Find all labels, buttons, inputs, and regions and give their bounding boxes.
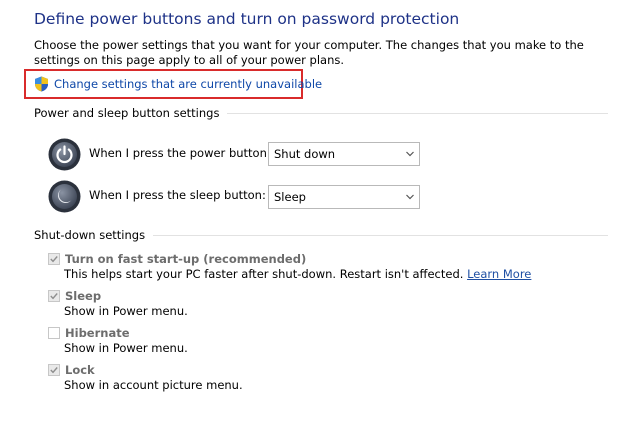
hibernate-checkbox[interactable]	[48, 327, 60, 339]
checkmark-icon	[50, 367, 58, 374]
section-divider	[227, 112, 608, 114]
sleep-button-label: When I press the sleep button:	[89, 188, 266, 202]
power-button-row: When I press the power button:	[48, 137, 271, 171]
change-settings-link[interactable]: Change settings that are currently unava…	[34, 75, 322, 93]
checkmark-icon	[50, 293, 58, 300]
page-title: Define power buttons and turn on passwor…	[34, 10, 460, 28]
lock-checkbox[interactable]	[48, 364, 60, 376]
section-heading: Power and sleep button settings	[34, 106, 220, 120]
power-button-icon	[48, 138, 81, 170]
fast-startup-description: This helps start your PC faster after sh…	[64, 267, 532, 281]
sleep-button-select[interactable]: Sleep	[268, 185, 420, 209]
fast-startup-checkbox[interactable]	[48, 253, 60, 265]
section-divider	[153, 234, 608, 236]
shutdown-section-header: Shut-down settings	[34, 227, 608, 243]
sleep-option-label: Sleep	[65, 289, 102, 303]
lock-option-label: Lock	[65, 363, 95, 377]
chevron-down-icon	[406, 194, 414, 200]
fast-startup-option: Turn on fast start-up (recommended) This…	[48, 251, 531, 282]
hibernate-option-label: Hibernate	[65, 326, 130, 340]
learn-more-link[interactable]: Learn More	[467, 267, 531, 281]
uac-shield-icon	[35, 76, 48, 92]
power-button-value: Shut down	[274, 147, 336, 161]
hibernate-option: Hibernate Show in Power menu.	[48, 325, 188, 356]
sleep-checkbox[interactable]	[48, 290, 60, 302]
hibernate-option-description: Show in Power menu.	[64, 341, 188, 355]
checkmark-icon	[50, 256, 58, 263]
power-button-select[interactable]: Shut down	[268, 142, 420, 166]
change-settings-link-label: Change settings that are currently unava…	[54, 77, 323, 91]
power-options-page: Define power buttons and turn on passwor…	[0, 0, 633, 444]
sleep-option-description: Show in Power menu.	[64, 304, 188, 318]
lock-option-description: Show in account picture menu.	[64, 378, 243, 392]
sleep-button-value: Sleep	[274, 190, 306, 204]
power-sleep-section-header: Power and sleep button settings	[34, 105, 608, 121]
lock-option: Lock Show in account picture menu.	[48, 362, 243, 393]
chevron-down-icon	[406, 151, 414, 157]
sleep-option: Sleep Show in Power menu.	[48, 288, 188, 319]
fast-startup-label: Turn on fast start-up (recommended)	[65, 252, 307, 266]
sleep-button-icon	[48, 180, 81, 212]
power-button-label: When I press the power button:	[89, 146, 271, 160]
page-description: Choose the power settings that you want …	[34, 38, 584, 67]
section-heading: Shut-down settings	[34, 228, 146, 242]
sleep-button-row: When I press the sleep button:	[48, 179, 266, 213]
